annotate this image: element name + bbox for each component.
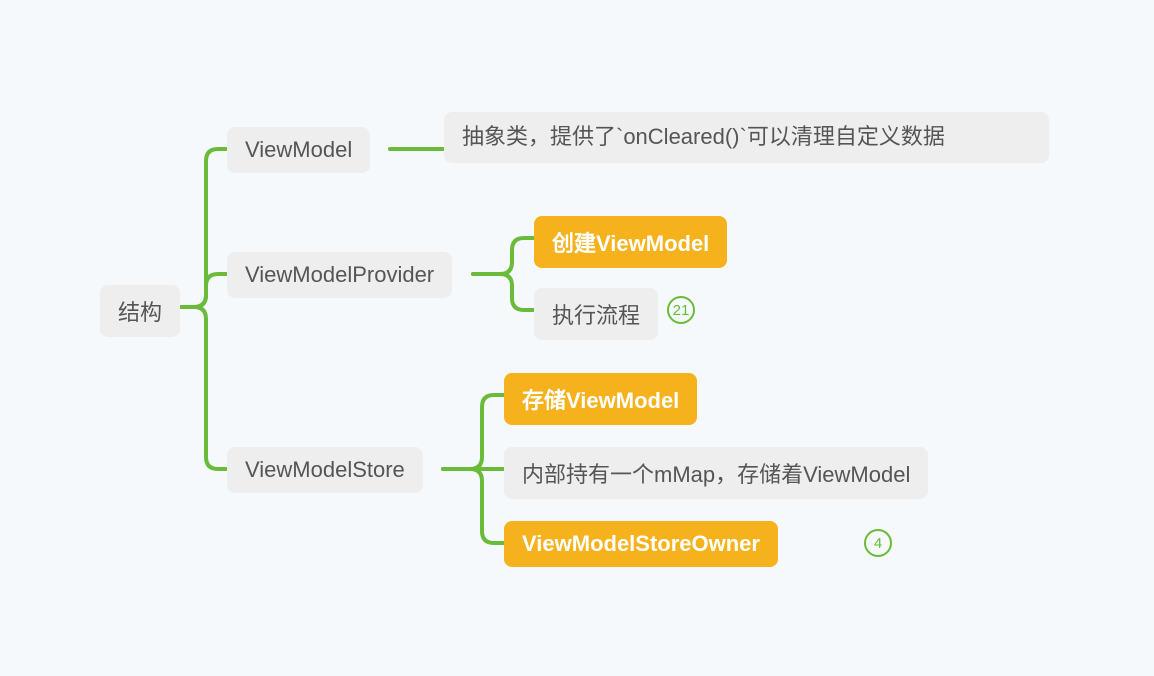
leaf-mmap-desc[interactable]: 内部持有一个mMap，存储着ViewModel [504,447,928,499]
branch-label: ViewModelStore [245,457,405,483]
badge-value: 21 [673,302,690,319]
badge-exec-flow: 21 [667,296,695,324]
branch-label: ViewModelProvider [245,262,434,288]
leaf-viewmodel-desc[interactable]: 抽象类，提供了`onCleared()`可以清理自定义数据 [444,112,1049,163]
branch-viewmodel[interactable]: ViewModel [227,127,370,173]
root-label: 结构 [118,295,162,327]
leaf-label: ViewModelStoreOwner [522,531,760,557]
leaf-store-viewmodel[interactable]: 存储ViewModel [504,373,697,425]
leaf-create-viewmodel[interactable]: 创建ViewModel [534,216,727,268]
branch-viewmodelstore[interactable]: ViewModelStore [227,447,423,493]
leaf-viewmodelstoreowner[interactable]: ViewModelStoreOwner [504,521,778,567]
leaf-label: 存储ViewModel [522,383,679,415]
badge-value: 4 [874,535,882,552]
leaf-label: 内部持有一个mMap，存储着ViewModel [522,457,910,489]
leaf-label: 创建ViewModel [552,226,709,258]
badge-storeowner: 4 [864,529,892,557]
leaf-label: 执行流程 [552,298,640,330]
leaf-exec-flow[interactable]: 执行流程 [534,288,658,340]
branch-viewmodelprovider[interactable]: ViewModelProvider [227,252,452,298]
branch-label: ViewModel [245,137,352,163]
root-node[interactable]: 结构 [100,285,180,337]
leaf-label: 抽象类，提供了`onCleared()`可以清理自定义数据 [462,122,945,153]
